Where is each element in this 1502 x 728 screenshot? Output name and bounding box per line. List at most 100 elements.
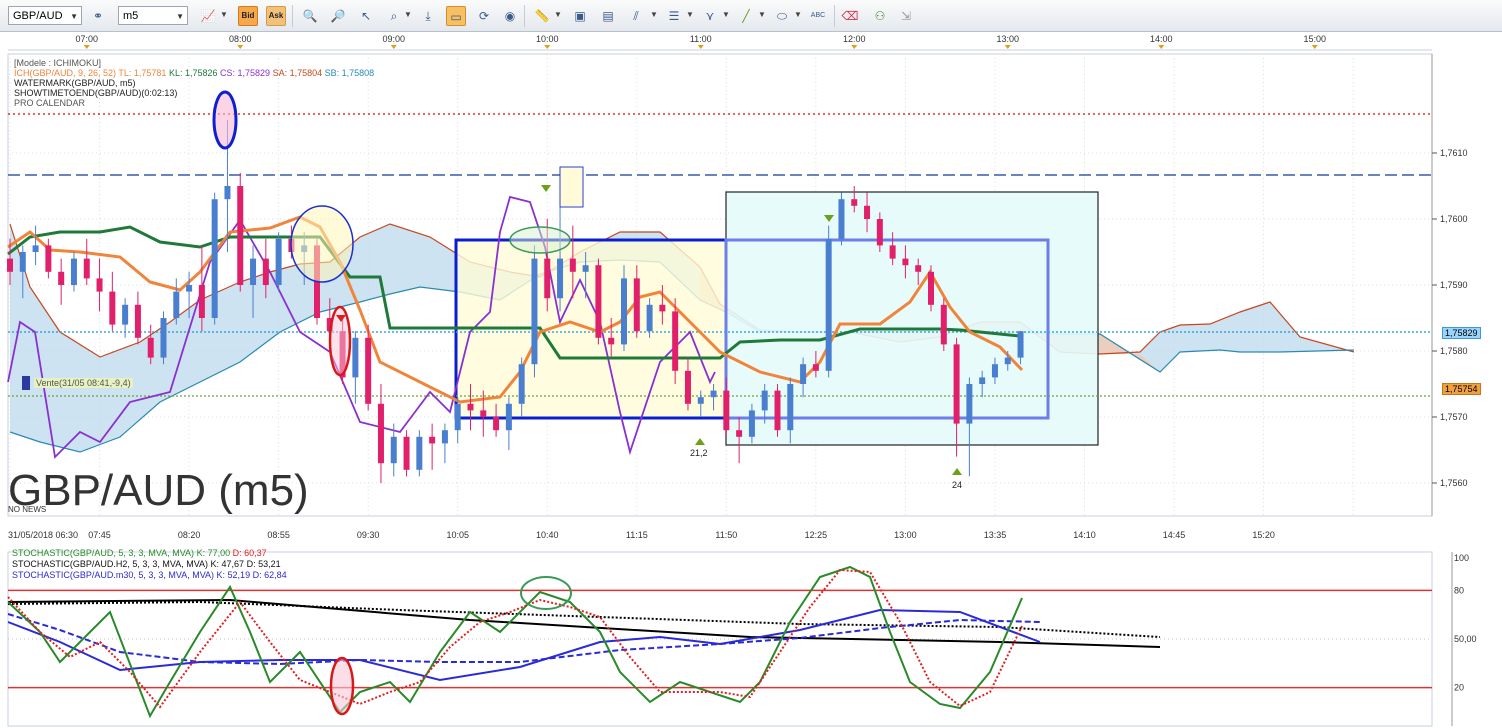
time-label-bottom: 09:30 — [357, 530, 380, 540]
candle-body — [262, 258, 269, 285]
lines-dropdown-icon[interactable]: ▼ — [686, 10, 694, 19]
candle-body — [134, 304, 141, 338]
marker-price-tag: 1,75754 — [1442, 383, 1481, 395]
candle-body — [416, 436, 423, 470]
fibonacci-icon[interactable]: ⫽ — [626, 6, 646, 26]
time-label-bottom: 11:50 — [715, 530, 737, 540]
candle-body — [774, 390, 781, 431]
candle-body — [889, 245, 896, 259]
candle-body — [595, 265, 602, 338]
stochastic-legend-1: STOCHASTIC(GBP/AUD, 5, 3, 3, MVA, MVA) K… — [12, 548, 267, 558]
cs-label: CS: 1,75829 — [220, 68, 271, 78]
annotation-icon[interactable]: ▭ — [446, 6, 466, 26]
time-label-bottom: 13:35 — [984, 530, 1007, 540]
candle-body — [864, 205, 871, 219]
zoom-area-icon[interactable]: ⌕ — [384, 6, 404, 26]
ellipse-dropdown-icon[interactable]: ▼ — [794, 10, 802, 19]
time-label-bottom: 11:15 — [626, 530, 648, 540]
candle-body — [1017, 331, 1024, 358]
image-icon[interactable]: ▣ — [570, 6, 590, 26]
bid-button[interactable]: Bid — [238, 6, 258, 26]
price-tick-label: 1,7600 — [1440, 214, 1468, 224]
sb-label: SB: 1,75808 — [324, 68, 375, 78]
candle-body — [902, 258, 909, 266]
model-label: [Modele : ICHIMOKU] — [14, 58, 102, 68]
toolbar-divider — [292, 5, 293, 27]
candle-body — [684, 370, 691, 404]
chart-type-icon[interactable]: 📈 — [198, 6, 218, 26]
pitchfork-dropdown-icon[interactable]: ▼ — [722, 10, 730, 19]
fit-icon[interactable]: ⤓ — [418, 6, 438, 26]
text-icon[interactable]: ABC — [808, 6, 828, 26]
time-label-top: 10:00 — [536, 34, 559, 44]
candle-body — [800, 364, 807, 384]
green-ellipse-marker — [509, 226, 571, 254]
candle-body — [429, 436, 436, 444]
candle-body — [70, 258, 77, 285]
candle-body — [569, 258, 576, 272]
zoom-in-icon[interactable]: 🔍 — [300, 6, 320, 26]
calendar-label: PRO CALENDAR — [14, 98, 86, 108]
candle-body — [365, 337, 372, 404]
chart-type-dropdown-icon[interactable]: ▼ — [220, 10, 228, 19]
candle-body — [761, 390, 768, 411]
link-icon[interactable]: ⚭ — [88, 6, 108, 26]
candle-body — [390, 436, 397, 464]
time-label-top: 12:00 — [843, 34, 866, 44]
candle-body — [224, 186, 231, 200]
globe-icon[interactable]: ◉ — [500, 6, 520, 26]
ruler-icon[interactable]: 📏 — [532, 6, 552, 26]
timeframe-select[interactable]: m5 ▼ — [118, 6, 188, 25]
candle-body — [697, 397, 704, 404]
price-chart[interactable]: 1,7610 1,7600 1,7590 1,7580 1,7570 1,7560 07:0… — [0, 32, 1502, 728]
trade-label[interactable]: Vente(31/05 08:41,-9,4) — [34, 378, 133, 388]
time-label-bottom: 08:20 — [178, 530, 201, 540]
annotation-label-b: 24 — [952, 480, 963, 490]
time-label-bottom: 12:25 — [805, 530, 828, 540]
candle-body — [45, 245, 52, 272]
candle-body — [633, 278, 640, 332]
ich-label: ICH(GBP/AUD, 9, 26, 52) — [14, 68, 117, 78]
stochastic-legend-3: STOCHASTIC(GBP/AUD.m30, 5, 3, 3, MVA, MV… — [12, 570, 287, 580]
no-news-label: NO NEWS — [8, 505, 47, 514]
trendline-icon[interactable]: ╱ — [736, 6, 756, 26]
candle-body — [557, 258, 564, 299]
refresh-icon[interactable]: ⟳ — [474, 6, 494, 26]
fibonacci-dropdown-icon[interactable]: ▼ — [650, 10, 658, 19]
symbol-select[interactable]: GBP/AUD ▼ — [8, 6, 82, 25]
ellipse-icon[interactable]: ⬭ — [772, 6, 792, 26]
ruler-dropdown-icon[interactable]: ▼ — [554, 10, 562, 19]
window-icon[interactable]: ▤ — [598, 6, 618, 26]
candle-body — [250, 258, 257, 285]
time-label-bottom: 13:00 — [894, 530, 917, 540]
candle-body — [493, 417, 500, 431]
candle-body — [928, 271, 934, 305]
candle-body — [544, 258, 551, 299]
cursor-icon[interactable]: ↖ — [356, 6, 376, 26]
trendline-dropdown-icon[interactable]: ▼ — [758, 10, 766, 19]
zoom-out-icon[interactable]: 🔎 — [328, 6, 348, 26]
pitchfork-icon[interactable]: ⋎ — [700, 6, 720, 26]
people-icon[interactable]: ⚇ — [870, 6, 890, 26]
yellow-circle-marker — [290, 205, 354, 283]
eraser-icon[interactable]: ⌫ — [840, 6, 860, 26]
current-price-tag: 1,75829 — [1442, 327, 1481, 339]
stoch-tick-label: 80 — [1454, 585, 1464, 595]
zoom-dropdown-icon[interactable]: ▼ — [404, 10, 412, 19]
stoch-tick-label: 20 — [1454, 683, 1464, 693]
pin-icon[interactable]: ⇲ — [896, 6, 916, 26]
ask-button[interactable]: Ask — [266, 6, 286, 26]
small-yellow-box — [559, 166, 584, 208]
lines-icon[interactable]: ☰ — [664, 6, 684, 26]
candle-body — [851, 199, 858, 206]
candle-body — [991, 364, 998, 378]
time-label-bottom: 07:45 — [88, 530, 111, 540]
stoch-tick-label: 100 — [1454, 553, 1469, 563]
candle-body — [621, 278, 627, 345]
ichimoku-legend: ICH(GBP/AUD, 9, 26, 52) TL: 1,75781 KL: … — [14, 68, 374, 78]
stoch1-k: K: 77,00 — [196, 548, 231, 558]
candle-body — [505, 403, 512, 431]
candle-body — [787, 384, 794, 431]
cyan-box — [725, 191, 1099, 446]
tl-label: TL: 1,75781 — [118, 68, 167, 78]
